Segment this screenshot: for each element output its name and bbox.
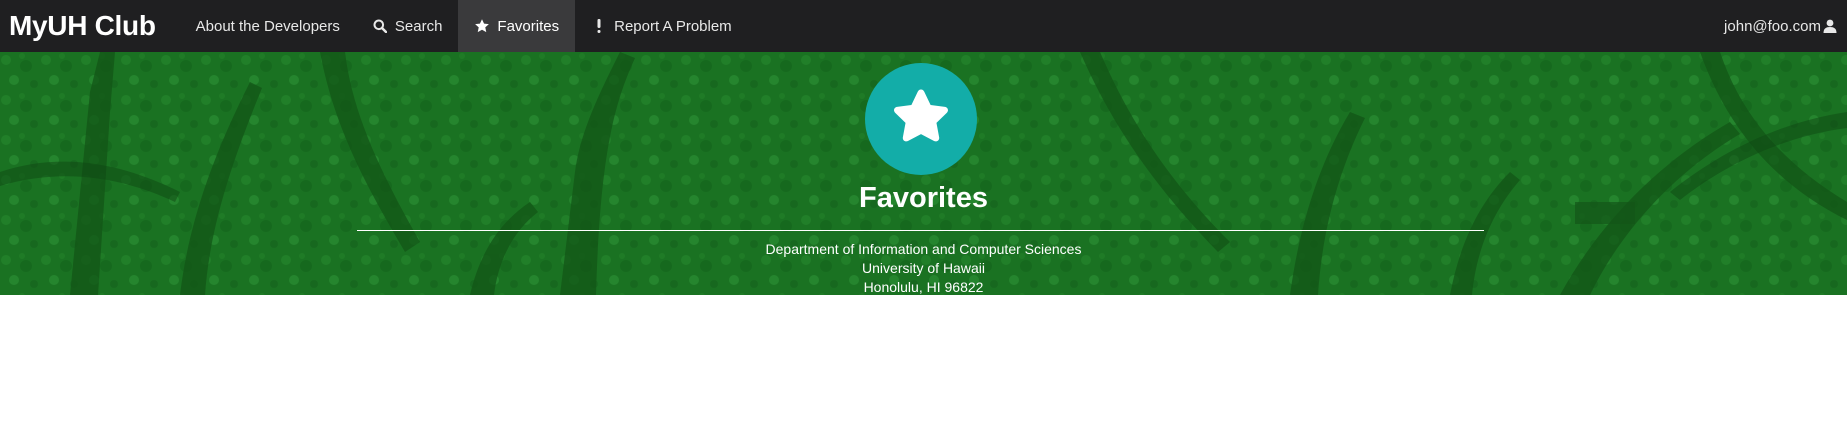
top-navbar: MyUH Club About the Developers Search Fa… xyxy=(0,0,1847,52)
nav-item-report-problem[interactable]: Report A Problem xyxy=(575,0,748,52)
hero-content: Favorites Department of Information and … xyxy=(0,52,1847,295)
title-divider xyxy=(357,230,1484,231)
user-icon xyxy=(1823,19,1837,33)
star-icon xyxy=(889,86,953,153)
star-icon xyxy=(474,18,490,34)
page-title: Favorites xyxy=(859,182,988,214)
nav-item-label: About the Developers xyxy=(195,17,340,35)
nav-item-label: Report A Problem xyxy=(614,17,732,35)
address-line-department: Department of Information and Computer S… xyxy=(765,241,1082,257)
user-email: john@foo.com xyxy=(1724,17,1821,35)
search-icon xyxy=(372,18,388,34)
department-address: Department of Information and Computer S… xyxy=(0,240,1847,295)
brand-logo[interactable]: MyUH Club xyxy=(9,10,156,42)
nav-item-favorites[interactable]: Favorites xyxy=(458,0,576,52)
hero-banner: Favorites Department of Information and … xyxy=(0,52,1847,295)
address-line-university: University of Hawaii xyxy=(862,260,985,276)
user-menu[interactable]: john@foo.com xyxy=(1724,18,1837,35)
nav-item-search[interactable]: Search xyxy=(356,0,459,52)
nav-item-label: Favorites xyxy=(497,17,560,35)
nav-item-label: Search xyxy=(394,17,443,35)
exclamation-icon xyxy=(591,18,607,34)
nav-item-about-developers[interactable]: About the Developers xyxy=(180,0,356,52)
address-line-city: Honolulu, HI 96822 xyxy=(863,279,984,295)
favorites-badge xyxy=(865,63,977,175)
